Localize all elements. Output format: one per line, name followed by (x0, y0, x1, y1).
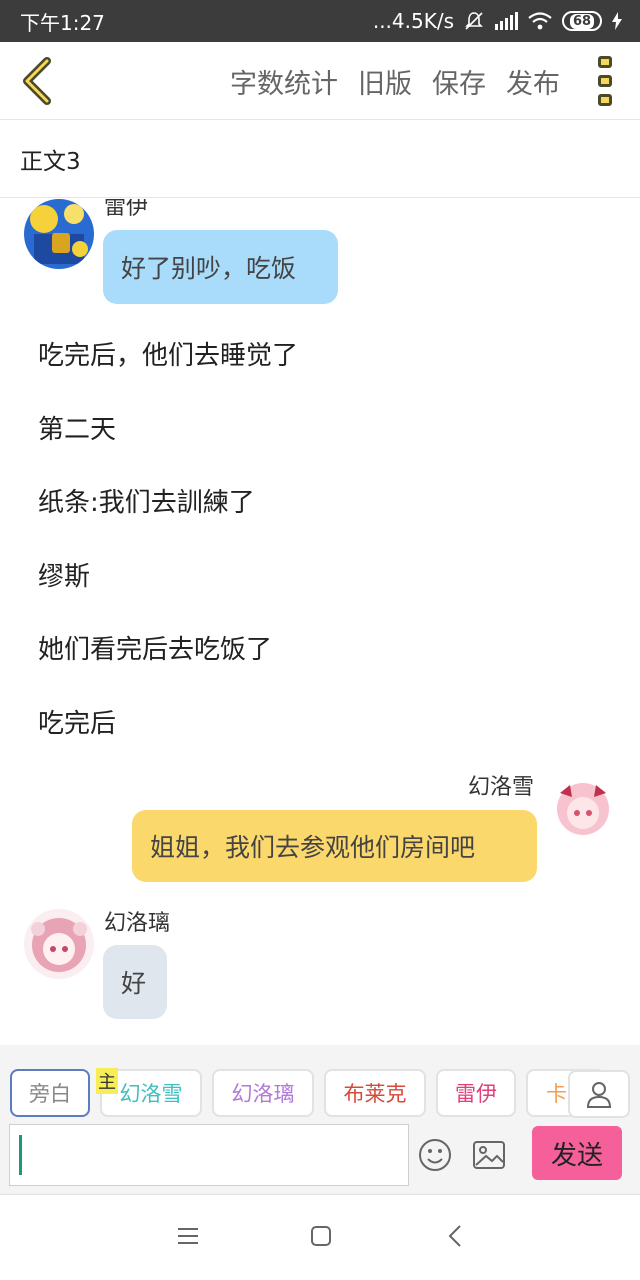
save-button[interactable]: 保存 (432, 62, 486, 101)
message-bubble[interactable]: 好了别吵，吃饭 (103, 230, 338, 304)
chip-label: 卡 (546, 1082, 567, 1106)
battery-icon: 68 (562, 11, 602, 31)
narration-text[interactable]: 纸条:我们去訓練了 (38, 482, 255, 519)
menu-dot-icon (598, 94, 612, 106)
system-nav-bar (0, 1196, 640, 1280)
story-content[interactable]: 雷伊 好了别吵，吃饭 吃完后，他们去睡觉了 第二天 纸条:我们去訓練了 缪斯 她… (0, 199, 640, 1045)
narration-text[interactable]: 第二天 (38, 409, 116, 446)
smiley-icon (419, 1139, 451, 1171)
text-caret (19, 1135, 22, 1175)
battery-level: 68 (569, 13, 595, 29)
more-menu-button[interactable] (594, 56, 616, 106)
chapter-title[interactable]: 正文3 (0, 120, 640, 198)
character-chip[interactable]: 雷伊 (436, 1069, 516, 1117)
word-count-button[interactable]: 字数统计 (230, 62, 338, 101)
user-icon (586, 1082, 612, 1108)
narration-text[interactable]: 缪斯 (38, 556, 90, 593)
old-version-button[interactable]: 旧版 (358, 62, 412, 101)
add-character-button[interactable] (568, 1070, 630, 1118)
chevron-left-icon (23, 57, 51, 105)
speaker-name: 幻洛璃 (104, 911, 171, 936)
chip-label: 布莱克 (343, 1082, 407, 1106)
emoji-button[interactable] (418, 1138, 452, 1172)
character-chip[interactable]: 幻洛璃 (212, 1069, 314, 1117)
menu-icon[interactable] (176, 1224, 200, 1248)
image-button[interactable] (472, 1140, 506, 1170)
chip-label: 幻洛雪 (119, 1082, 183, 1106)
wifi-icon (528, 12, 552, 30)
signal-icon (495, 12, 518, 30)
net-speed: ...4.5K/s (372, 9, 454, 33)
image-icon (473, 1141, 505, 1169)
narration-text[interactable]: 吃完后，他们去睡觉了 (38, 335, 298, 372)
send-button[interactable]: 发送 (532, 1126, 622, 1180)
chip-label: 旁白 (29, 1082, 71, 1106)
status-bar: 下午1:27 ...4.5K/s 68 (0, 0, 640, 42)
message-input[interactable] (9, 1124, 409, 1186)
status-time: 下午1:27 (20, 10, 105, 35)
menu-dot-icon (598, 56, 612, 68)
speaker-name: 幻洛雪 (468, 775, 535, 800)
back-nav-icon[interactable] (444, 1224, 468, 1248)
message-bubble[interactable]: 姐姐，我们去参观他们房间吧 (132, 810, 537, 882)
narration-text[interactable]: 吃完后 (38, 703, 116, 740)
narration-text[interactable]: 她们看完后去吃饭了 (38, 629, 272, 666)
avatar-rei[interactable] (24, 199, 94, 269)
character-chip[interactable]: 布莱克 (324, 1069, 426, 1117)
charging-icon (612, 12, 622, 30)
message-bubble[interactable]: 好 (103, 945, 167, 1019)
avatar-huanluoli[interactable] (24, 909, 94, 979)
avatar-huanluoxue[interactable] (548, 773, 618, 843)
speaker-name: 雷伊 (104, 199, 149, 220)
status-indicators: ...4.5K/s 68 (373, 9, 622, 33)
header-actions: 字数统计 旧版 保存 发布 (230, 42, 560, 120)
mute-icon (465, 12, 483, 30)
back-button[interactable] (12, 54, 62, 108)
editor-header: 字数统计 旧版 保存 发布 (0, 42, 640, 120)
chip-label: 幻洛璃 (231, 1082, 295, 1106)
character-chip-narrator[interactable]: 旁白 (10, 1069, 90, 1117)
home-icon[interactable] (309, 1224, 333, 1248)
publish-button[interactable]: 发布 (506, 62, 560, 101)
menu-dot-icon (598, 75, 612, 87)
owner-tag: 主 (96, 1068, 118, 1094)
chip-label: 雷伊 (455, 1082, 497, 1106)
